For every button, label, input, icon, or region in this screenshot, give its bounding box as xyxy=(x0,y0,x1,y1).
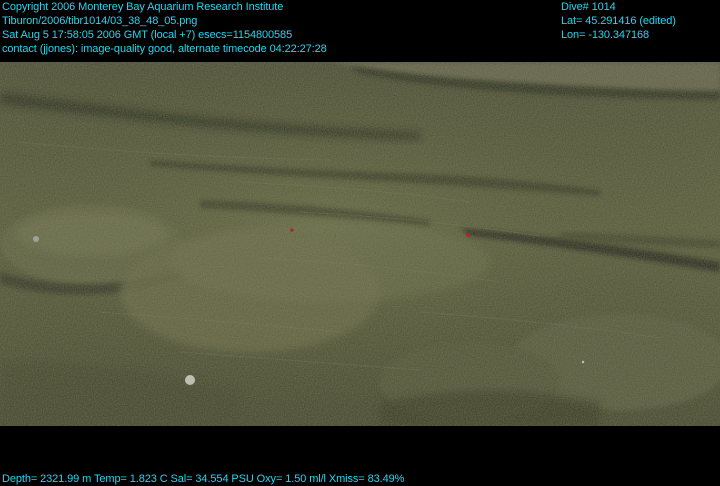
seafloor-photo xyxy=(0,62,720,426)
file-path-line: Tiburon/2006/tibr1014/03_38_48_05.png xyxy=(2,15,198,27)
copyright-line: Copyright 2006 Monterey Bay Aquarium Res… xyxy=(2,1,284,13)
longitude: Lon= -130.347168 xyxy=(561,29,650,41)
header-info-right: Dive# 1014 Lat= 45.291416 (edited) Lon= … xyxy=(561,0,676,42)
dive-number: Dive# 1014 xyxy=(561,1,616,13)
timestamp-line: Sat Aug 5 17:58:05 2006 GMT (local +7) e… xyxy=(2,29,293,41)
contact-line: contact (jjones): image-quality good, al… xyxy=(2,43,327,55)
latitude: Lat= 45.291416 (edited) xyxy=(561,15,676,27)
telemetry-line: Depth= 2321.99 m Temp= 1.823 C Sal= 34.5… xyxy=(2,473,405,485)
telemetry-footer: Depth= 2321.99 m Temp= 1.823 C Sal= 34.5… xyxy=(2,472,404,486)
header-info-left: Copyright 2006 Monterey Bay Aquarium Res… xyxy=(2,0,327,56)
